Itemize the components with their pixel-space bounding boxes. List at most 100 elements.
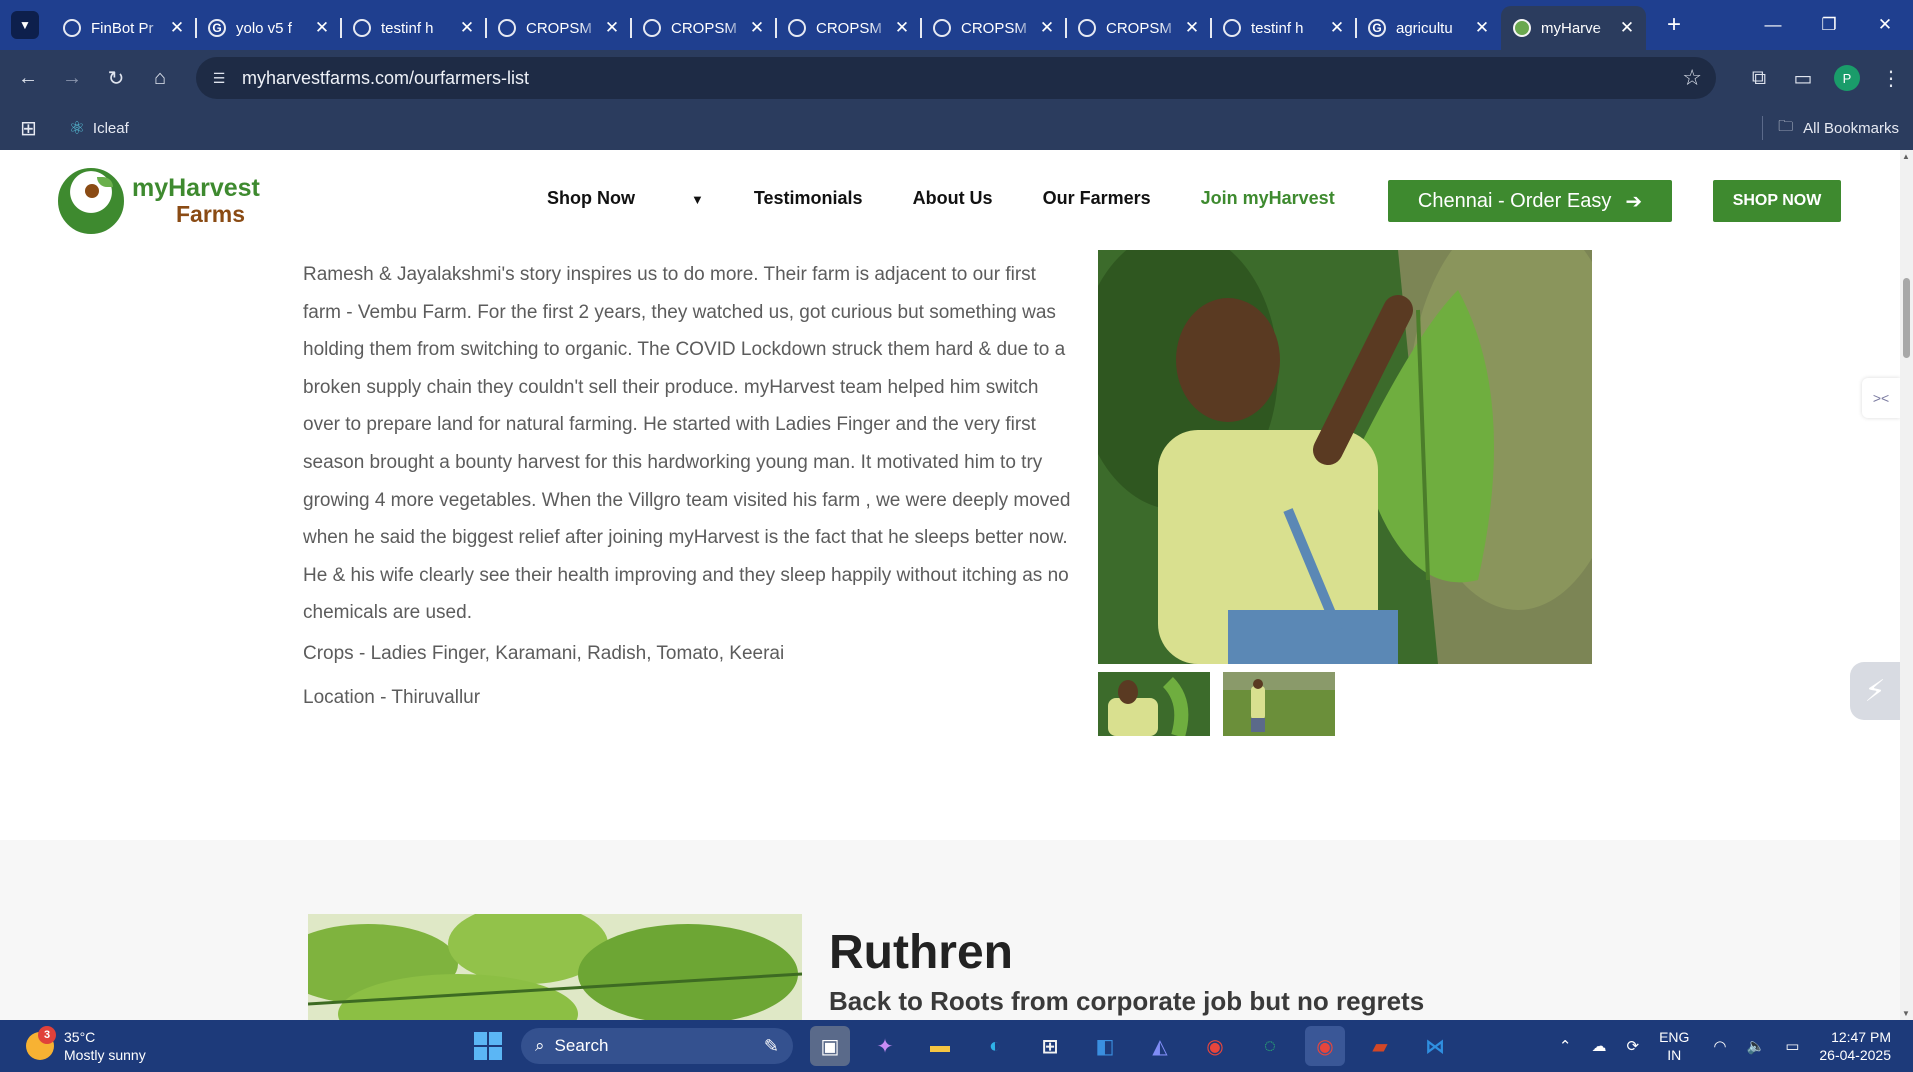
home-icon[interactable]: ⌂ bbox=[140, 58, 180, 98]
whatsapp-icon[interactable]: ◌ bbox=[1250, 1026, 1290, 1066]
tab-title: testinf h bbox=[1251, 19, 1304, 37]
outlook-icon[interactable]: ◧ bbox=[1085, 1026, 1125, 1066]
forward-arrow-icon[interactable]: → bbox=[52, 58, 92, 98]
browser-tab[interactable]: CROPSM ✕ bbox=[630, 10, 776, 46]
apps-grid-icon[interactable]: ⊞ bbox=[20, 116, 37, 141]
back-arrow-icon[interactable]: ← bbox=[8, 58, 48, 98]
chevron-up-icon[interactable]: ⌃ bbox=[1559, 1037, 1572, 1055]
close-icon[interactable]: ✕ bbox=[1618, 18, 1636, 38]
tab-search-button[interactable]: ▼ bbox=[11, 11, 39, 39]
chrome-profile-icon[interactable]: ◉ bbox=[1305, 1026, 1345, 1066]
tabs-container: FinBot Pr ✕ Gyolo v5 f ✕ testinf h ✕ CROPSM… bbox=[51, 0, 1646, 50]
farmer-photo-2[interactable] bbox=[308, 914, 802, 1020]
powerpoint-icon[interactable]: ▰ bbox=[1360, 1026, 1400, 1066]
task-view-icon[interactable]: ▣ bbox=[810, 1026, 850, 1066]
close-icon[interactable]: ✕ bbox=[748, 18, 766, 38]
browser-tab[interactable]: CROPSM ✕ bbox=[775, 10, 921, 46]
vscode-icon[interactable]: ⋈ bbox=[1415, 1026, 1455, 1066]
browser-tab[interactable]: Gyolo v5 f ✕ bbox=[195, 10, 341, 46]
collapse-icon: >< bbox=[1872, 390, 1890, 406]
nav-join[interactable]: Join myHarvest bbox=[1201, 188, 1335, 209]
wifi-icon[interactable]: ◠ bbox=[1713, 1037, 1726, 1055]
close-icon[interactable]: ✕ bbox=[603, 18, 621, 38]
minimize-icon[interactable]: — bbox=[1745, 0, 1801, 50]
restore-icon[interactable]: ❐ bbox=[1801, 0, 1857, 50]
web-page: myHarvest Farms Shop Now ▼ Testimonials A… bbox=[0, 150, 1900, 1020]
tab-title: CROPSM bbox=[961, 19, 1027, 37]
nav-testimonials[interactable]: Testimonials bbox=[754, 188, 863, 209]
extensions-icon[interactable]: ⧉ bbox=[1737, 67, 1781, 90]
weather-widget[interactable]: 3 35°C Mostly sunny bbox=[26, 1026, 146, 1064]
taskbar-search[interactable]: ⌕ Search ✎ bbox=[521, 1028, 793, 1064]
close-icon[interactable]: ✕ bbox=[1473, 18, 1491, 38]
close-icon[interactable]: ✕ bbox=[313, 18, 331, 38]
browser-tab-active[interactable]: myHarve ✕ bbox=[1501, 6, 1646, 50]
browser-tab[interactable]: CROPSM ✕ bbox=[920, 10, 1066, 46]
scroll-up-icon[interactable]: ▲ bbox=[1902, 152, 1910, 161]
side-panel-icon[interactable]: ▭ bbox=[1781, 66, 1825, 91]
close-icon[interactable]: ✕ bbox=[893, 18, 911, 38]
browser-tab[interactable]: CROPSM ✕ bbox=[1065, 10, 1211, 46]
sync-icon[interactable]: ⟳ bbox=[1626, 1037, 1639, 1055]
copilot-icon[interactable]: ✦ bbox=[865, 1026, 905, 1066]
browser-tab[interactable]: testinf h ✕ bbox=[1210, 10, 1356, 46]
bookmark-icleaf[interactable]: ⚛ Icleaf bbox=[69, 118, 129, 139]
close-icon[interactable]: ✕ bbox=[168, 18, 186, 38]
gallery-thumbnail[interactable] bbox=[1098, 672, 1210, 736]
site-info-icon[interactable]: ☰ bbox=[204, 63, 234, 93]
cloud-icon[interactable]: ☁ bbox=[1591, 1037, 1606, 1055]
new-tab-icon[interactable]: + bbox=[1660, 11, 1688, 39]
language-indicator[interactable]: ENG IN bbox=[1659, 1028, 1689, 1064]
close-window-icon[interactable]: ✕ bbox=[1857, 0, 1913, 50]
profile-avatar[interactable]: P bbox=[1834, 65, 1860, 91]
quick-action-button[interactable]: ⚡ bbox=[1850, 662, 1900, 720]
nav-our-farmers[interactable]: Our Farmers bbox=[1043, 188, 1151, 209]
google-favicon-icon: G bbox=[208, 19, 226, 37]
store-icon[interactable]: ⊞ bbox=[1030, 1026, 1070, 1066]
browser-tab[interactable]: FinBot Pr ✕ bbox=[51, 10, 196, 46]
gallery-thumbnail[interactable] bbox=[1223, 672, 1335, 736]
all-bookmarks[interactable]: 🗀 All Bookmarks bbox=[1778, 116, 1899, 141]
farmer-photo[interactable] bbox=[1098, 250, 1592, 664]
close-icon[interactable]: ✕ bbox=[1183, 18, 1201, 38]
weather-condition: Mostly sunny bbox=[64, 1047, 146, 1063]
battery-icon[interactable]: ▭ bbox=[1785, 1037, 1799, 1055]
pinned-apps: ▣ ✦ ▬ ◐ ⊞ ◧ ◭ ◉ ◌ ◉ ▰ ⋈ bbox=[810, 1026, 1455, 1066]
address-bar[interactable]: ☰ myharvestfarms.com/ourfarmers-list ☆ bbox=[196, 57, 1716, 99]
browser-tab[interactable]: Gagricultu ✕ bbox=[1355, 10, 1501, 46]
nav-about-us[interactable]: About Us bbox=[913, 188, 993, 209]
close-icon[interactable]: ✕ bbox=[1038, 18, 1056, 38]
edge-icon[interactable]: ◐ bbox=[975, 1026, 1015, 1066]
scroll-down-icon[interactable]: ▼ bbox=[1902, 1009, 1910, 1018]
side-widget-tab[interactable]: >< bbox=[1862, 378, 1900, 418]
close-icon[interactable]: ✕ bbox=[1328, 18, 1346, 38]
site-logo[interactable]: myHarvest Farms bbox=[58, 168, 260, 234]
app-icon[interactable]: ◭ bbox=[1140, 1026, 1180, 1066]
scrollbar-thumb[interactable] bbox=[1903, 278, 1910, 358]
location-text: Location - Thiruvallur bbox=[303, 686, 481, 708]
chevron-down-icon: ▼ bbox=[691, 192, 704, 207]
windows-start-icon[interactable] bbox=[474, 1032, 502, 1060]
browser-tab[interactable]: CROPSM ✕ bbox=[485, 10, 631, 46]
bookmark-star-icon[interactable]: ☆ bbox=[1682, 65, 1702, 91]
volume-icon[interactable]: 🔈 bbox=[1747, 1037, 1766, 1055]
page-scrollbar[interactable]: ▲ ▼ bbox=[1900, 150, 1913, 1020]
nav-shop-now[interactable]: Shop Now ▼ bbox=[547, 188, 704, 209]
browser-tab[interactable]: testinf h ✕ bbox=[340, 10, 486, 46]
tab-title: CROPSM bbox=[816, 19, 882, 37]
close-icon[interactable]: ✕ bbox=[458, 18, 476, 38]
file-explorer-icon[interactable]: ▬ bbox=[920, 1026, 960, 1066]
thumbnail-image bbox=[1223, 672, 1335, 736]
chrome-icon[interactable]: ◉ bbox=[1195, 1026, 1235, 1066]
shop-now-button[interactable]: SHOP NOW bbox=[1713, 180, 1841, 222]
order-easy-button[interactable]: Chennai - Order Easy ➔ bbox=[1388, 180, 1672, 222]
logo-mark-icon bbox=[58, 168, 124, 234]
temperature: 35°C bbox=[64, 1029, 96, 1045]
reload-icon[interactable]: ↻ bbox=[96, 58, 136, 98]
clock[interactable]: 12:47 PM 26-04-2025 bbox=[1819, 1028, 1891, 1064]
farmer-photo-2-image bbox=[308, 914, 802, 1020]
language-code: ENG bbox=[1659, 1029, 1690, 1045]
more-menu-icon[interactable]: ⋮ bbox=[1869, 66, 1913, 91]
url-text[interactable]: myharvestfarms.com/ourfarmers-list bbox=[242, 68, 529, 89]
tab-title: FinBot Pr bbox=[91, 19, 154, 37]
